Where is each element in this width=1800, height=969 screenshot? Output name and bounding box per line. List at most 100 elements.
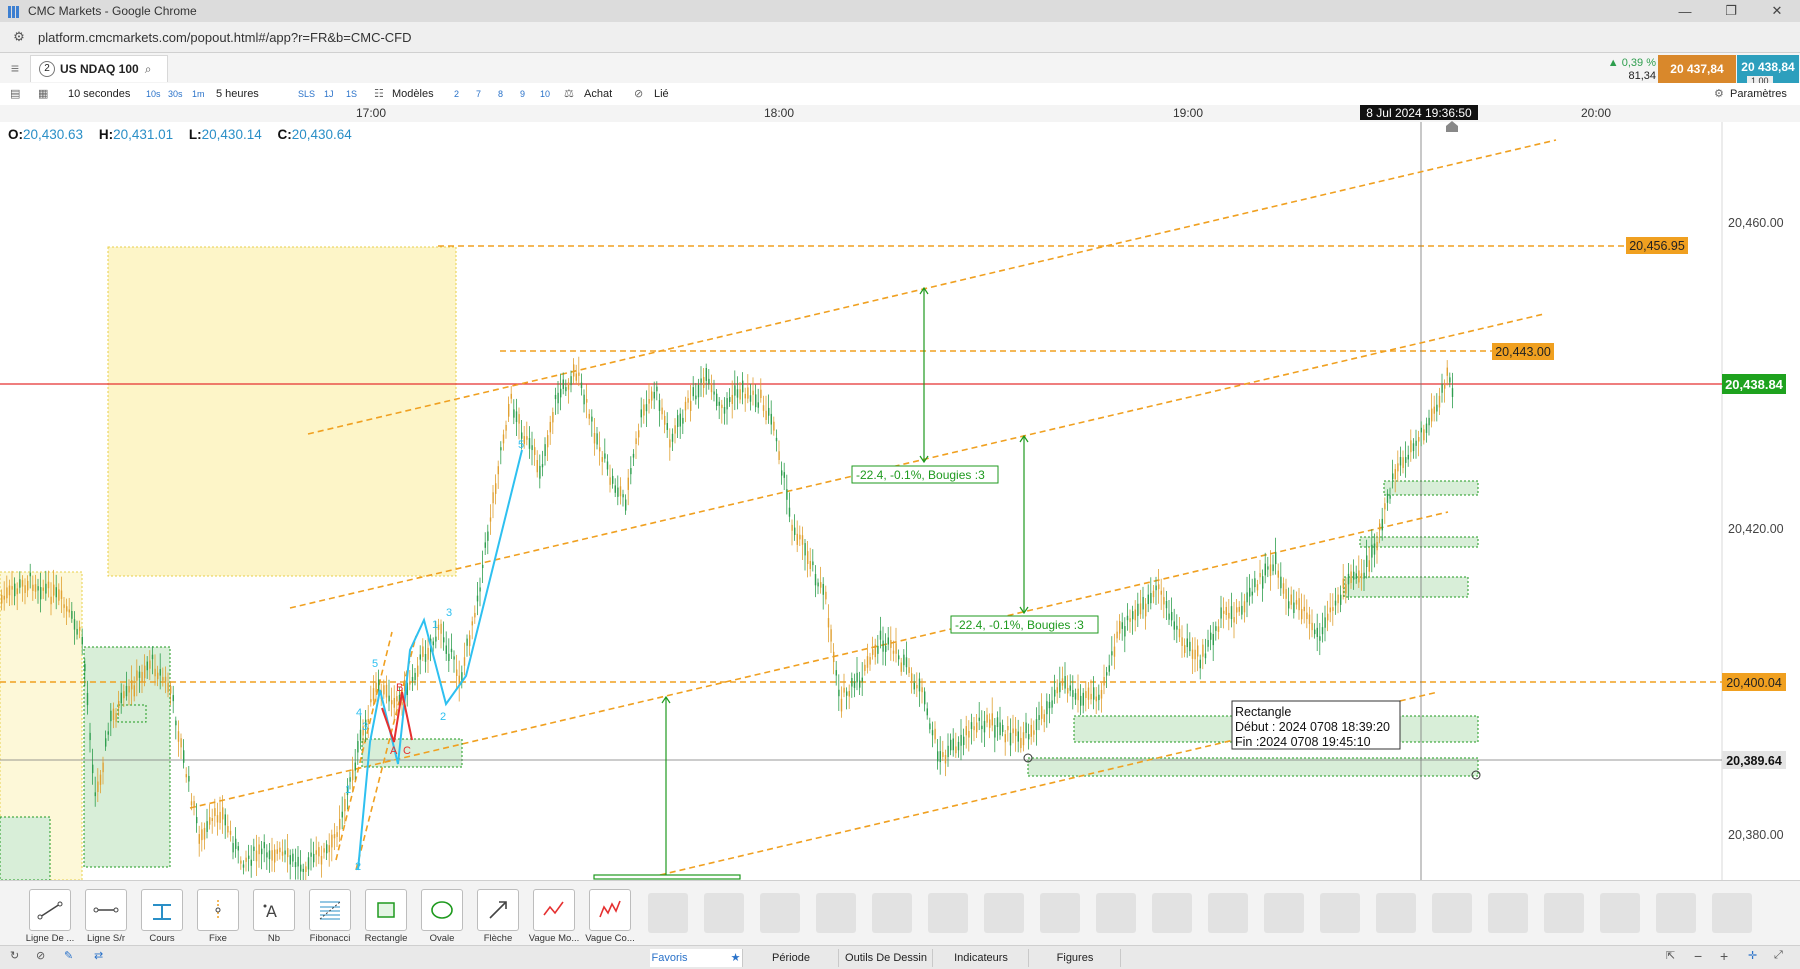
range-1j[interactable]: 1J [324, 86, 334, 102]
refresh-icon[interactable]: ↻ [10, 949, 19, 962]
candle-body [734, 385, 736, 396]
empty-tool-slot[interactable] [760, 893, 800, 933]
clear-icon[interactable]: ⊘ [36, 949, 45, 962]
empty-tool-slot[interactable] [816, 893, 856, 933]
candle-body [1061, 678, 1064, 686]
templates-icon[interactable]: ☷ [374, 86, 384, 102]
close-button[interactable]: ✕ [1754, 0, 1800, 22]
tool-trend-line[interactable]: Ligne De ... [24, 889, 76, 944]
chart-area[interactable]: 17:00 18:00 19:00 20:00 8 Jul 2024 19:36… [0, 105, 1800, 880]
collapse-icon[interactable]: ⇱ [1666, 949, 1675, 962]
candle-body [1069, 685, 1071, 691]
tab-indicators[interactable]: Indicateurs [934, 949, 1029, 967]
tab-figures[interactable]: Figures [1030, 949, 1121, 967]
tool-note[interactable]: A Nb [248, 889, 300, 944]
menu-icon[interactable]: ≡ [6, 59, 24, 77]
list-icon[interactable]: ▤ [10, 86, 20, 102]
restore-button[interactable]: ❐ [1708, 0, 1754, 22]
settings-button[interactable]: Paramètres [1730, 86, 1787, 102]
empty-tool-slot[interactable] [1376, 893, 1416, 933]
layout-icon[interactable]: ▦ [38, 86, 48, 102]
minimize-button[interactable]: — [1662, 0, 1708, 22]
tool-fibonacci[interactable]: Fibonacci [304, 889, 356, 944]
url-text[interactable]: platform.cmcmarkets.com/popout.html#/app… [38, 30, 412, 45]
range-sls[interactable]: SLS [298, 86, 315, 102]
sell-price-button[interactable]: 20 437,84 [1658, 55, 1736, 85]
link-icon[interactable]: ⊘ [634, 86, 643, 102]
tool-corrective-wave[interactable]: Vague Co... [584, 889, 636, 944]
interval-10s[interactable]: 10s [146, 86, 161, 102]
expand-icon[interactable]: ⤢ [1774, 949, 1783, 962]
candle-body [331, 834, 333, 848]
tab-favorites[interactable]: Favoris ★ [650, 949, 743, 967]
interval-30s[interactable]: 30s [168, 86, 183, 102]
zoom-in-button[interactable]: + [1720, 948, 1728, 964]
site-settings-icon[interactable]: ⚙ [10, 28, 28, 46]
tool-oval[interactable]: Ovale [416, 889, 468, 944]
zoom-out-button[interactable]: − [1694, 948, 1702, 964]
candle-body [604, 453, 606, 459]
empty-tool-slot[interactable] [1208, 893, 1248, 933]
empty-tool-slot[interactable] [648, 893, 688, 933]
buy-icon[interactable]: ⚖ [564, 86, 574, 102]
empty-tool-slot[interactable] [1264, 893, 1304, 933]
candle-body [1176, 625, 1178, 630]
interval-1m[interactable]: 1m [192, 86, 205, 102]
candle-body [60, 590, 63, 599]
settings-icon[interactable]: ⚙ [1714, 86, 1724, 102]
instrument-tab[interactable]: 2 US NDAQ 100 ⌕ [30, 55, 168, 82]
empty-tool-slot[interactable] [1152, 893, 1192, 933]
preset-7[interactable]: 7 [476, 86, 481, 102]
empty-tool-slot[interactable] [1656, 893, 1696, 933]
wave-label-c: C [403, 745, 411, 757]
candle-body [409, 681, 411, 685]
empty-tool-slot[interactable] [1432, 893, 1472, 933]
range-select[interactable]: 5 heures [216, 86, 259, 102]
empty-tool-slot[interactable] [1320, 893, 1360, 933]
tool-rectangle[interactable]: Rectangle [360, 889, 412, 944]
search-icon[interactable]: ⌕ [145, 62, 152, 77]
interval-select[interactable]: 10 secondes [68, 86, 130, 102]
tool-motive-wave[interactable]: Vague Mo... [528, 889, 580, 944]
pencil-icon[interactable]: ✎ [64, 949, 73, 962]
range-1s[interactable]: 1S [346, 86, 357, 102]
empty-tool-slot[interactable] [704, 893, 744, 933]
tool-sr-line[interactable]: Ligne S/r [80, 889, 132, 944]
preset-2[interactable]: 2 [454, 86, 459, 102]
empty-tool-slot[interactable] [1040, 893, 1080, 933]
tab-period[interactable]: Période [744, 949, 839, 967]
empty-tool-slot[interactable] [1600, 893, 1640, 933]
candle-body [287, 848, 289, 858]
tool-arrow[interactable]: Flèche [472, 889, 524, 944]
candle-body [1282, 583, 1285, 594]
empty-tool-slot[interactable] [872, 893, 912, 933]
candle-body [89, 732, 91, 741]
crosshair-icon[interactable]: ✛ [1748, 949, 1757, 962]
candle-body [19, 579, 21, 588]
empty-tool-slot[interactable] [1544, 893, 1584, 933]
empty-tool-slot[interactable] [1712, 893, 1752, 933]
preset-10[interactable]: 10 [540, 86, 550, 102]
linked-button[interactable]: Lié [654, 86, 669, 102]
price-chart[interactable]: 17:00 18:00 19:00 20:00 8 Jul 2024 19:36… [0, 105, 1800, 880]
candle-body [1142, 596, 1144, 610]
candle-body [825, 591, 827, 600]
preset-8[interactable]: 8 [498, 86, 503, 102]
empty-tool-slot[interactable] [1488, 893, 1528, 933]
candle-body [1012, 728, 1014, 734]
empty-tool-slot[interactable] [984, 893, 1024, 933]
empty-tool-slot[interactable] [1096, 893, 1136, 933]
buy-price-button[interactable]: 20 438,84 1.00 [1737, 55, 1799, 86]
templates-button[interactable]: Modèles [392, 86, 434, 102]
candle-body [352, 769, 354, 781]
preset-9[interactable]: 9 [520, 86, 525, 102]
candle-body [625, 499, 627, 511]
candle-body [237, 846, 239, 851]
candle-body [760, 389, 762, 399]
tab-drawing-tools[interactable]: Outils De Dessin [840, 949, 933, 967]
buy-button[interactable]: Achat [584, 86, 612, 102]
tool-price[interactable]: Cours [136, 889, 188, 944]
tool-fixed[interactable]: Fixe [192, 889, 244, 944]
empty-tool-slot[interactable] [928, 893, 968, 933]
cursor-icon[interactable]: ⇄ [94, 949, 103, 962]
